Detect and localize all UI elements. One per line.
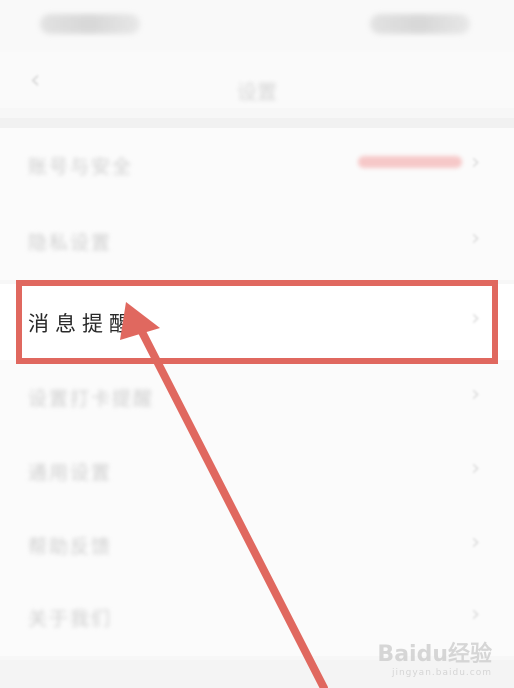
- watermark-brand: Baidu经验: [377, 642, 492, 667]
- watermark-url: jingyan.baidu.com: [391, 668, 492, 678]
- watermark-logo: Baidu经验 jingyan.baidu.com: [377, 636, 492, 678]
- annotation-arrow-icon: [120, 302, 328, 688]
